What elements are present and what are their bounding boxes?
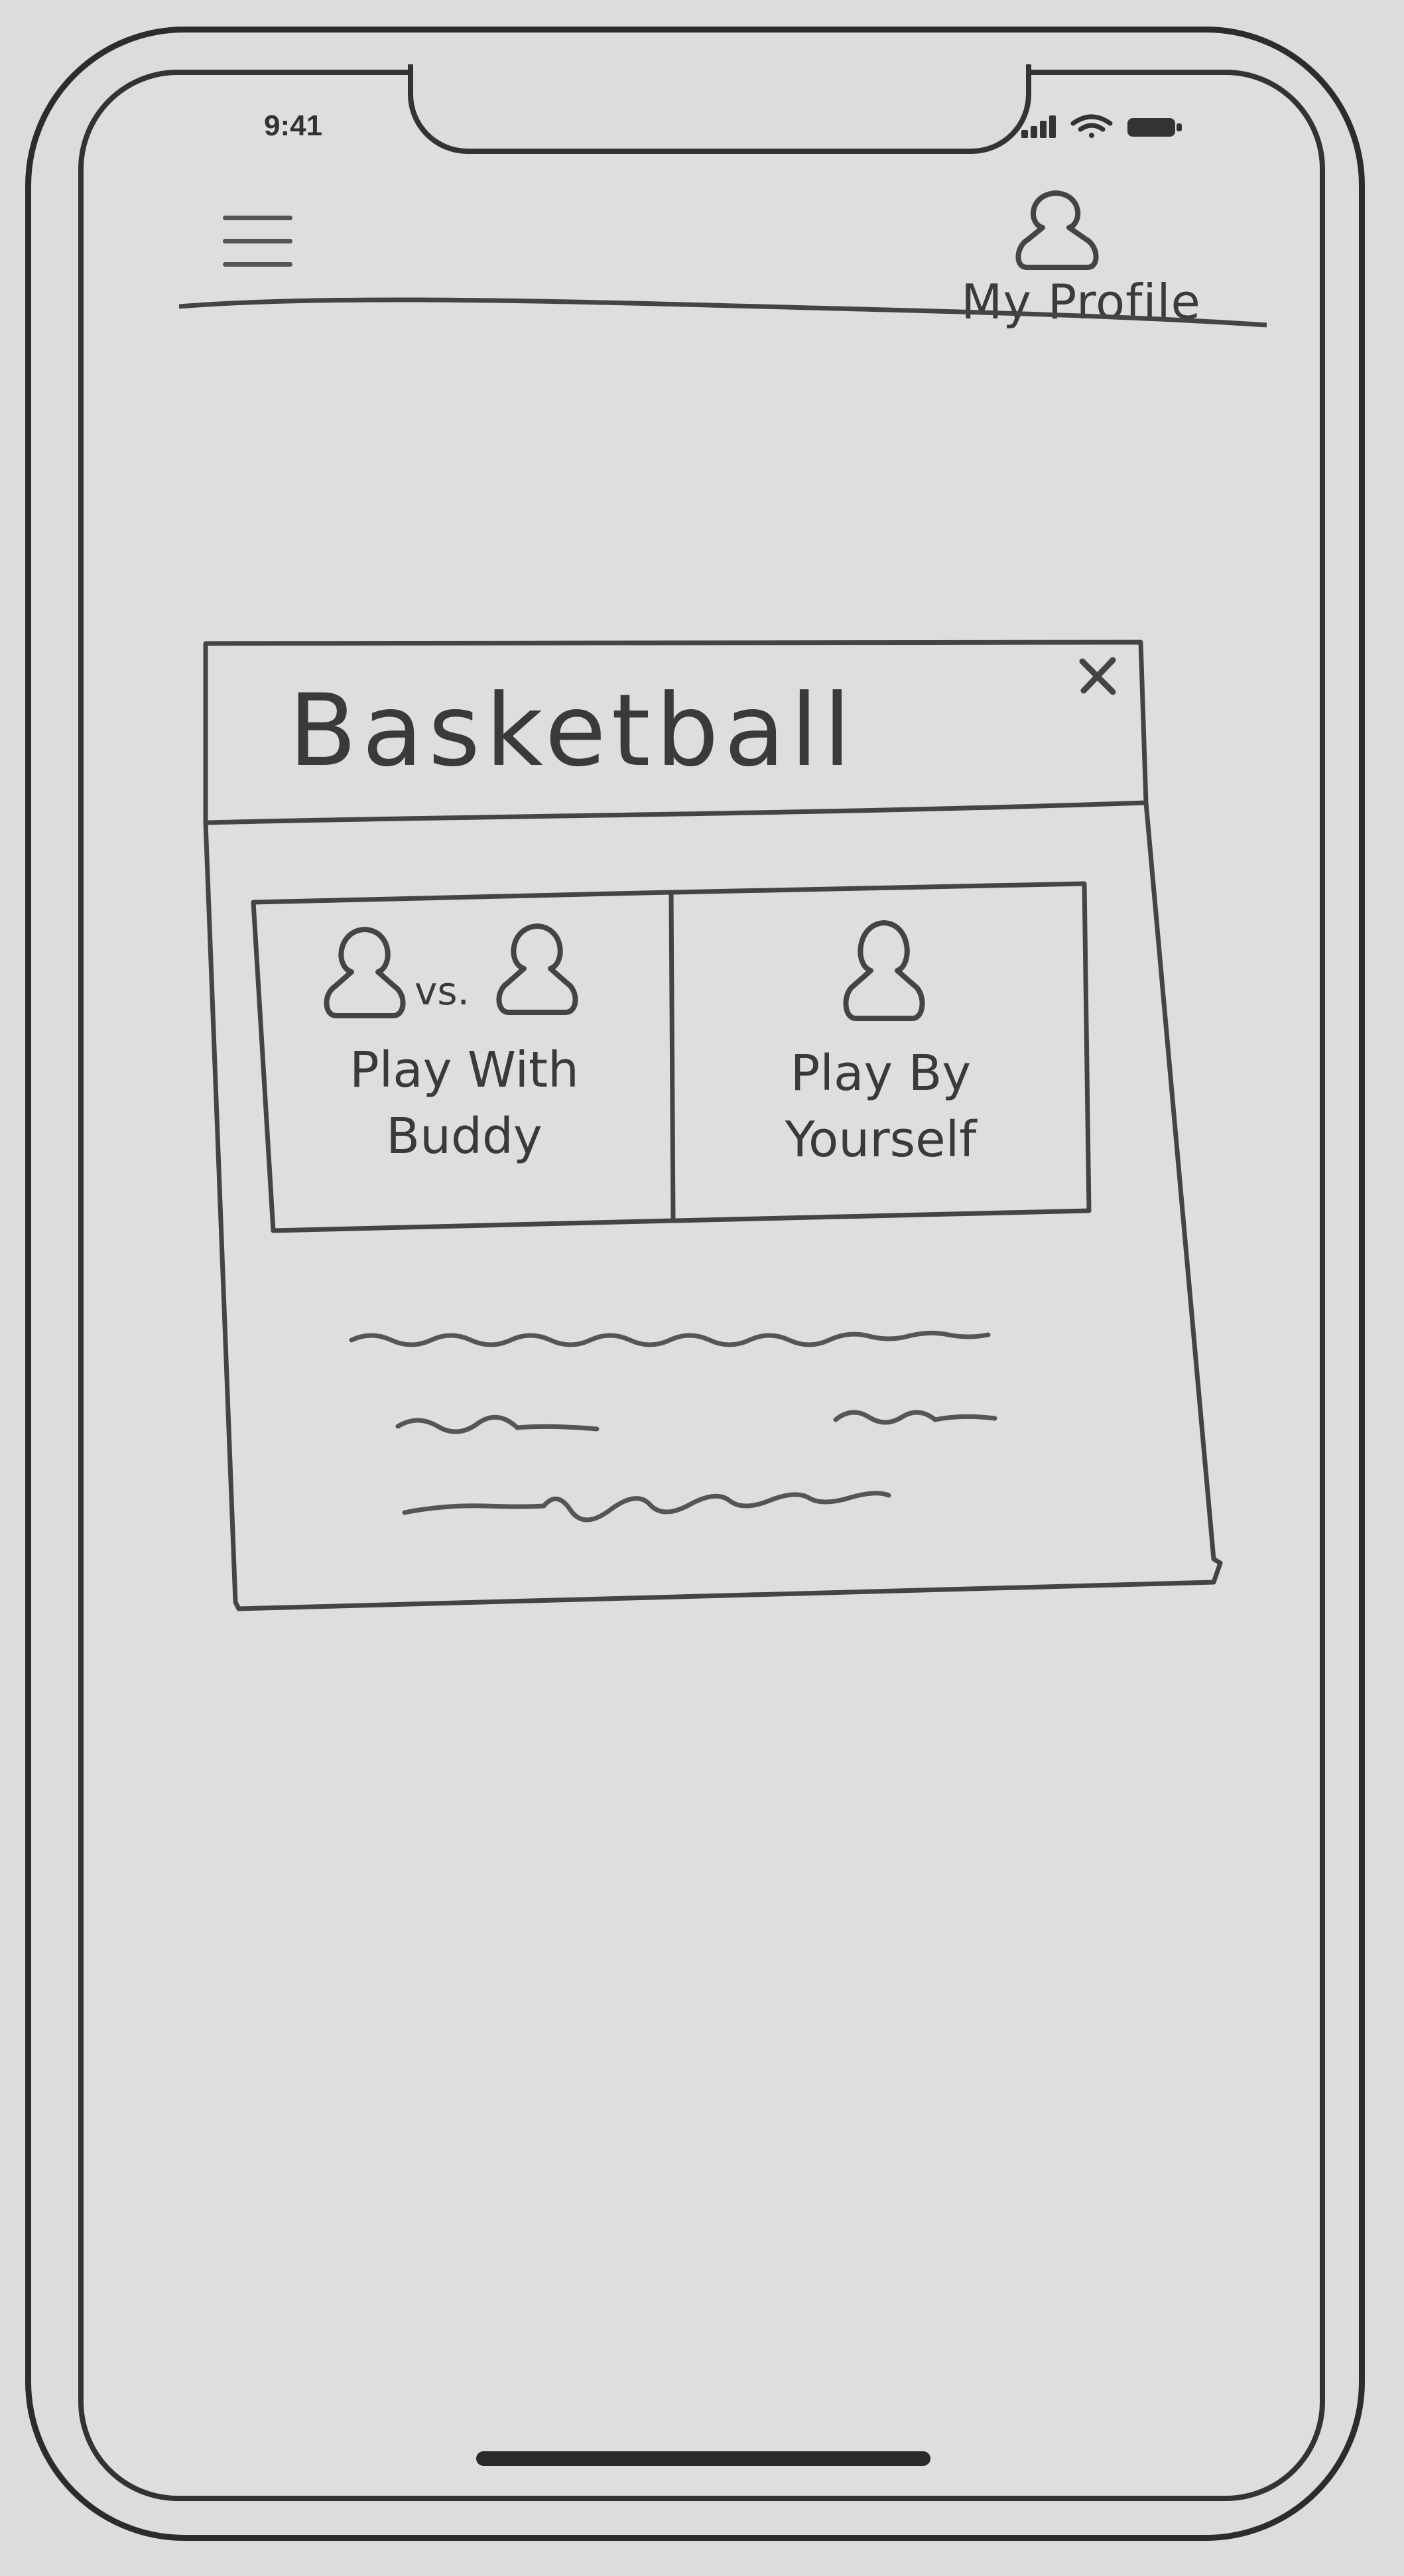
header-divider <box>179 297 1267 328</box>
menu-bar <box>223 239 292 243</box>
home-indicator[interactable] <box>476 2451 930 2466</box>
play-by-yourself-button[interactable]: Play By Yourself <box>675 892 1086 1214</box>
menu-bar <box>223 216 292 220</box>
status-time: 9:41 <box>264 109 323 142</box>
vs-label: vs. <box>415 969 470 1014</box>
sport-modal: Basketball vs. Play With Buddy Play By Y… <box>199 637 1224 1622</box>
option-label-line2: Yourself <box>785 1111 977 1168</box>
close-icon[interactable] <box>1074 653 1121 700</box>
person-icon <box>324 927 406 1018</box>
app-screen: 9:41 My Profile Basketball vs. Play With… <box>0 0 1404 2576</box>
status-icons <box>1021 114 1182 138</box>
phone-notch <box>408 64 1031 154</box>
person-icon <box>1015 190 1099 270</box>
battery-icon <box>1127 118 1182 137</box>
wifi-icon <box>1070 114 1113 138</box>
play-with-buddy-button[interactable]: vs. Play With Buddy <box>259 902 670 1224</box>
description-placeholder <box>349 1330 997 1523</box>
menu-bar <box>223 262 292 267</box>
signal-icon <box>1021 115 1056 138</box>
hamburger-menu-icon[interactable] <box>219 209 298 275</box>
option-label-line1: Play With <box>350 1042 579 1099</box>
person-icon <box>496 923 578 1015</box>
modal-title: Basketball <box>288 673 857 789</box>
option-label-line2: Buddy <box>386 1108 542 1165</box>
option-label-line1: Play By <box>790 1045 972 1102</box>
person-icon <box>843 920 925 1021</box>
